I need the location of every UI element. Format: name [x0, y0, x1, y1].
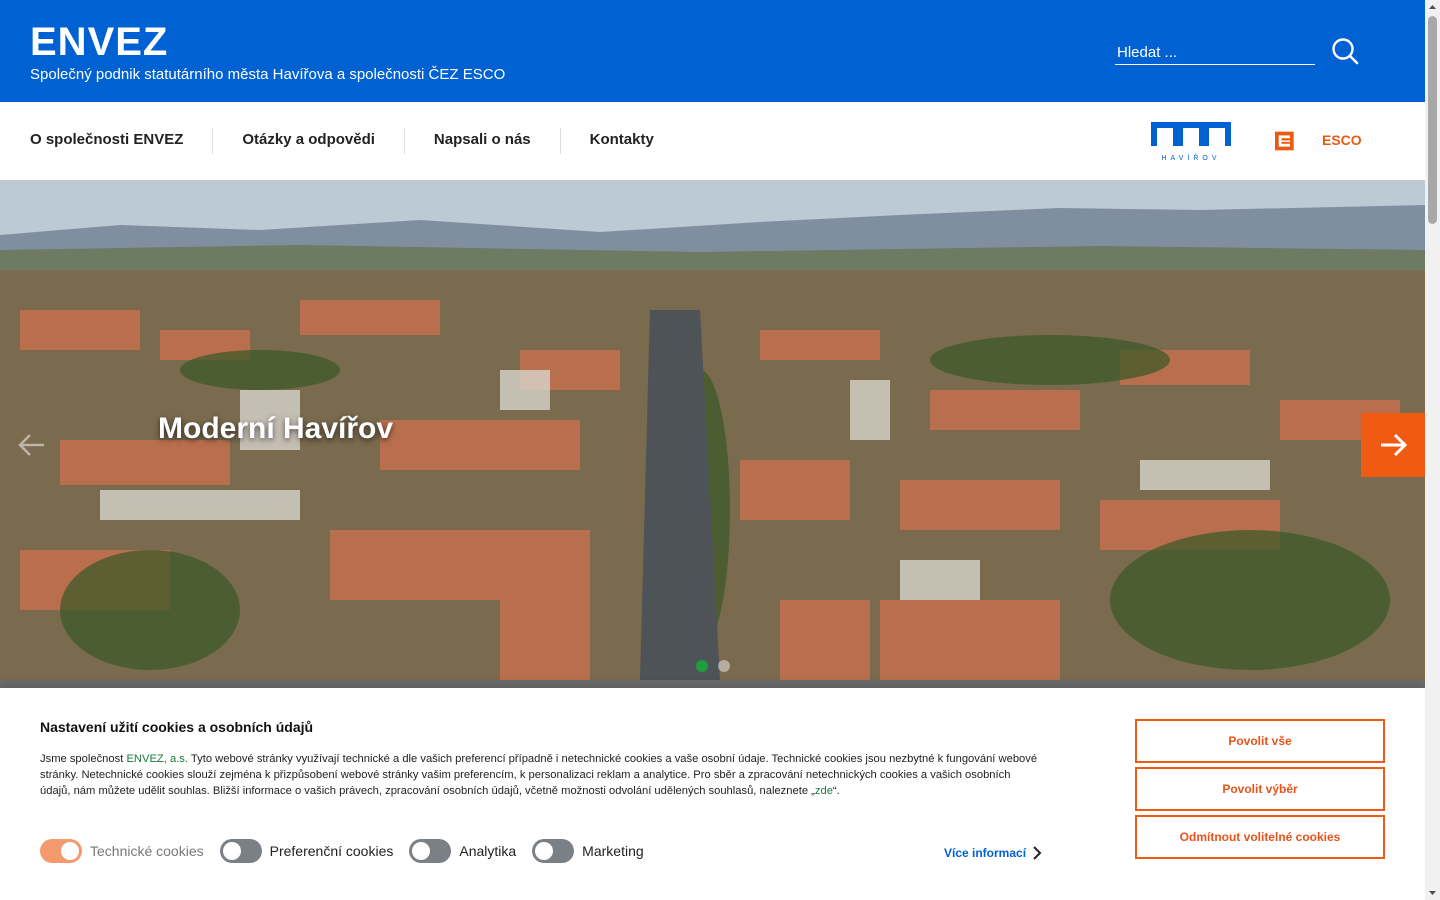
- toggle-preference-switch[interactable]: [219, 839, 262, 863]
- page: ENVEZ Společný podnik statutárního města…: [0, 0, 1425, 900]
- toggle-marketing-label: Marketing: [582, 843, 644, 859]
- hero-bottom-bar: [0, 680, 1425, 688]
- nav-item-press[interactable]: Napsali o nás: [405, 128, 561, 154]
- esco-logo-text: ESCO: [1322, 132, 1362, 148]
- page-scrollbar[interactable]: [1425, 0, 1440, 900]
- nav-item-faq[interactable]: Otázky a odpovědi: [213, 128, 405, 154]
- nav-item-about[interactable]: O společnosti ENVEZ: [30, 128, 214, 154]
- more-info-link[interactable]: Více informací: [944, 845, 1042, 861]
- toggle-technical-label: Technické cookies: [90, 843, 204, 859]
- scroll-up-arrow-icon[interactable]: [1425, 0, 1440, 15]
- search-icon: [1332, 38, 1359, 65]
- toggle-marketing[interactable]: Marketing: [532, 839, 644, 863]
- toggle-marketing-switch[interactable]: [532, 839, 575, 863]
- arrow-right-icon: [1381, 433, 1408, 457]
- slider-dots: [696, 660, 730, 672]
- top-header: ENVEZ Společný podnik statutárního města…: [0, 0, 1425, 102]
- cookie-description: Jsme společnost ENVEZ, a.s. Tyto webové …: [40, 751, 1040, 799]
- hero-prev-button[interactable]: [0, 413, 64, 477]
- hero-next-button[interactable]: [1361, 413, 1425, 477]
- brand-tagline: Společný podnik statutárního města Havíř…: [30, 66, 506, 83]
- toggle-analytics-label: Analytika: [459, 843, 517, 859]
- havirov-logo-text: HAVÍŘOV: [1162, 153, 1221, 162]
- cookie-consent-panel: Nastavení užití cookies a osobních údajů…: [0, 688, 1425, 900]
- hero-slider: Moderní Havířov: [0, 180, 1425, 680]
- brand-logo[interactable]: ENVEZ: [30, 20, 168, 65]
- company-link[interactable]: ENVEZ, a.s.: [126, 753, 188, 765]
- search-button[interactable]: [1330, 36, 1360, 66]
- toggle-technical-switch: [40, 839, 82, 863]
- havirov-logo[interactable]: HAVÍŘOV: [1150, 120, 1232, 162]
- nav-item-contacts[interactable]: Kontakty: [561, 128, 683, 154]
- allow-all-button[interactable]: Povolit vše: [1135, 719, 1385, 763]
- reject-optional-button[interactable]: Odmítnout volitelné cookies: [1135, 815, 1385, 859]
- toggle-analytics[interactable]: Analytika: [409, 839, 516, 863]
- cez-esco-logo-mark[interactable]: [1275, 121, 1317, 161]
- toggle-analytics-switch[interactable]: [409, 839, 452, 863]
- slider-dot-2[interactable]: [718, 660, 730, 672]
- cookie-text-prefix: Jsme společnost: [40, 753, 127, 765]
- hero-slide-title: Moderní Havířov: [158, 412, 394, 445]
- toggle-technical: Technické cookies: [40, 839, 204, 863]
- scroll-down-arrow-icon[interactable]: [1425, 885, 1440, 900]
- toggle-preference[interactable]: Preferenční cookies: [219, 839, 394, 863]
- cookie-toggles: Technické cookies Preferenční cookies An…: [40, 839, 660, 863]
- cookie-text-body: Tyto webové stránky využívají technické …: [40, 753, 1038, 797]
- chevron-right-icon: [1033, 846, 1042, 860]
- privacy-here-link[interactable]: zde: [815, 785, 833, 797]
- more-info-label: Více informací: [944, 846, 1027, 860]
- search-input[interactable]: [1115, 40, 1315, 64]
- cookie-title: Nastavení užití cookies a osobních údajů: [40, 719, 314, 735]
- toggle-preference-label: Preferenční cookies: [269, 843, 394, 859]
- cookie-text-suffix: “.: [832, 785, 840, 797]
- allow-selection-button[interactable]: Povolit výběr: [1135, 767, 1385, 811]
- search-box: [1115, 40, 1315, 65]
- scrollbar-thumb[interactable]: [1428, 16, 1437, 224]
- slider-dot-1[interactable]: [696, 660, 708, 672]
- arrow-left-icon: [18, 434, 44, 456]
